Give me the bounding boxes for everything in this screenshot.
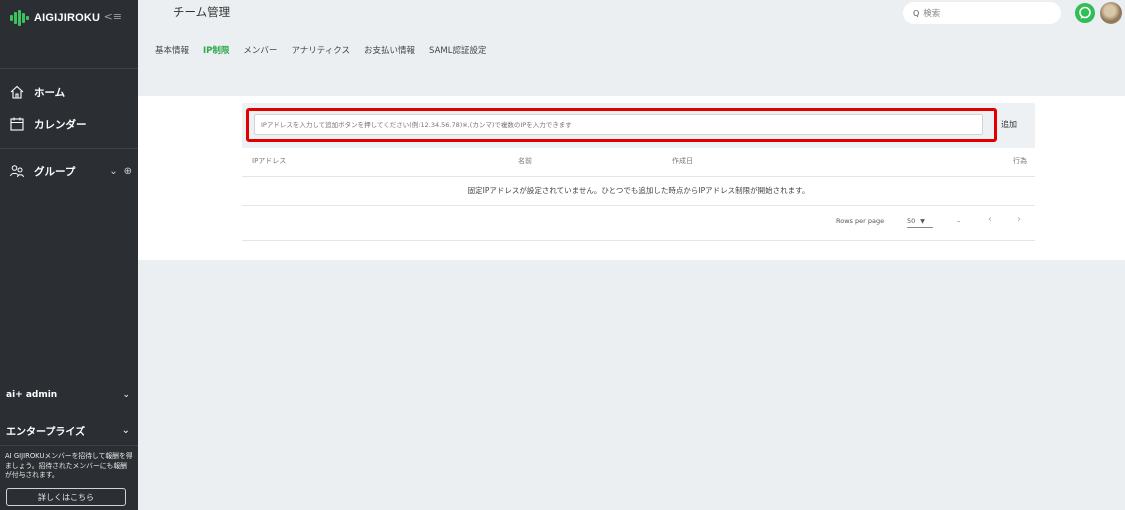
table-divider — [242, 176, 1035, 177]
plan-selector[interactable]: エンタープライズ ⌄ — [6, 423, 130, 438]
sidebar-item-label: グループ — [34, 165, 76, 178]
tab-analytics[interactable]: アナリティクス — [291, 44, 350, 56]
sidebar-item-calendar[interactable]: カレンダー — [8, 113, 132, 135]
column-header-action: 行為 — [1013, 157, 1027, 165]
tab-saml-settings[interactable]: SAML認証設定 — [429, 44, 486, 56]
dropdown-arrow-icon: ▼ — [920, 217, 925, 225]
logo[interactable]: AIGIJIROKU <≡ — [10, 8, 130, 28]
referral-promo-text: AI GIJIROKUメンバーを招待して報酬を得ましょう。招待されたメンバーにも… — [5, 452, 133, 479]
plan-name: エンタープライズ — [6, 427, 86, 438]
rows-per-page-label: Rows per page — [836, 217, 885, 225]
sidebar-item-label: カレンダー — [34, 118, 87, 131]
search-placeholder: 検索 — [923, 9, 941, 19]
people-icon — [8, 162, 26, 180]
learn-more-button[interactable]: 詳しくはこちら — [6, 488, 126, 506]
sidebar-divider — [0, 148, 138, 149]
add-ip-button[interactable]: 追加 — [1001, 119, 1017, 130]
chat-icon[interactable] — [1075, 3, 1095, 23]
prev-page-icon[interactable]: ‹ — [988, 214, 992, 225]
sidebar: AIGIJIROKU <≡ ホーム カレンダー グループ ⌄ ⊕ ai+ adm… — [0, 0, 138, 510]
column-header-ip: IPアドレス — [252, 157, 287, 165]
table-bottom-border — [242, 240, 1035, 241]
chevron-down-icon[interactable]: ⌄ — [109, 166, 117, 177]
sidebar-divider — [0, 445, 138, 446]
tab-basic-info[interactable]: 基本情報 — [155, 44, 189, 56]
column-header-created: 作成日 — [672, 157, 693, 165]
calendar-icon — [8, 115, 26, 133]
sidebar-item-group[interactable]: グループ ⌄ ⊕ — [8, 160, 132, 182]
page-range: – — [957, 217, 961, 225]
rows-per-page-select[interactable]: 50 ▼ — [907, 215, 933, 228]
sidebar-divider — [0, 68, 138, 69]
logo-text: AIGIJIROKU — [34, 12, 101, 24]
tab-members[interactable]: メンバー — [243, 44, 277, 56]
search-icon: Q — [913, 8, 920, 18]
avatar[interactable] — [1100, 2, 1122, 24]
chevron-down-icon: ⌄ — [121, 425, 130, 436]
table-divider — [242, 205, 1035, 206]
rows-per-page-value: 50 — [907, 217, 916, 225]
home-icon — [8, 83, 26, 101]
ip-address-input[interactable] — [254, 114, 983, 135]
tab-payment-info[interactable]: お支払い情報 — [364, 44, 415, 56]
chevron-down-icon: ⌄ — [122, 390, 130, 400]
tab-bar: 基本情報 IP制限 メンバー アナリティクス お支払い情報 SAML認証設定 — [155, 44, 486, 56]
search-input[interactable]: Q 検索 — [903, 2, 1061, 24]
sidebar-item-home[interactable]: ホーム — [8, 81, 132, 103]
logo-mark-icon — [10, 10, 30, 26]
sidebar-item-label: ホーム — [34, 86, 66, 99]
page-title: チーム管理 — [173, 5, 231, 19]
column-header-name: 名前 — [518, 157, 532, 165]
account-selector[interactable]: ai+ admin ⌄ — [6, 390, 130, 400]
collapse-sidebar-icon[interactable]: <≡ — [104, 10, 122, 23]
empty-table-message: 固定IPアドレスが設定されていません。ひとつでも追加した時点からIPアドレス制限… — [467, 186, 810, 195]
account-name: ai+ admin — [6, 390, 58, 400]
add-group-icon[interactable]: ⊕ — [124, 166, 132, 177]
tab-ip-restriction[interactable]: IP制限 — [203, 44, 229, 56]
next-page-icon[interactable]: › — [1017, 214, 1021, 225]
